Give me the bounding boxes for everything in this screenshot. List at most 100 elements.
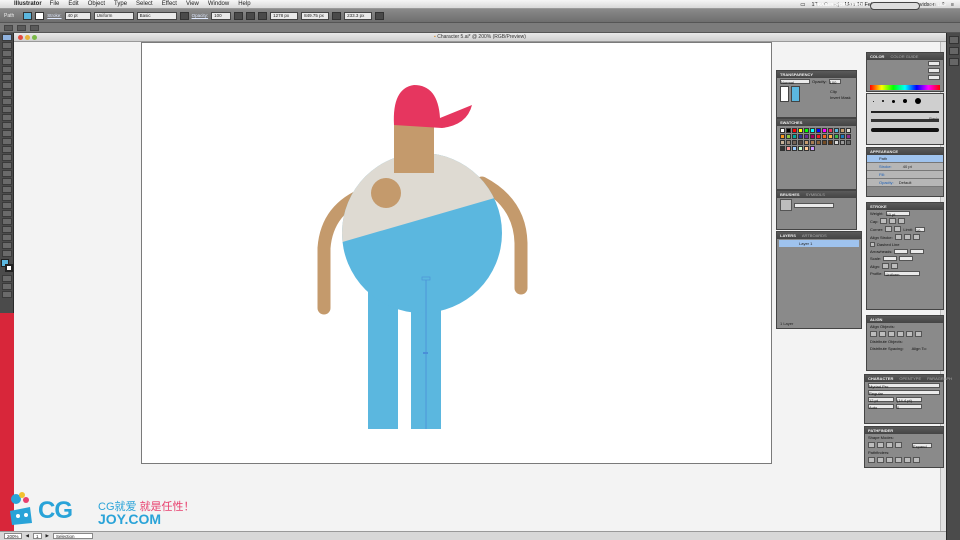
color-field-1[interactable] — [928, 61, 940, 66]
color-panel-header[interactable]: COLOR COLOR GUIDE — [867, 53, 943, 60]
brush-dropdown[interactable]: Basic — [136, 11, 177, 20]
align-inside-icon[interactable] — [903, 234, 911, 240]
perspective-tool-icon[interactable] — [2, 170, 12, 177]
search-input[interactable] — [870, 2, 920, 10]
swatch[interactable] — [846, 140, 851, 145]
swatch[interactable] — [798, 140, 803, 145]
opacity-field[interactable]: 100 — [828, 79, 841, 85]
close-window-icon[interactable] — [18, 35, 23, 40]
butt-cap-icon[interactable] — [880, 218, 888, 224]
swatch[interactable] — [804, 134, 809, 139]
align-title[interactable]: ALIGN — [870, 316, 882, 323]
swatch[interactable] — [834, 140, 839, 145]
link-icon[interactable] — [332, 11, 342, 20]
menu-file[interactable]: File — [50, 1, 60, 7]
expand-button[interactable]: Expand — [912, 442, 932, 449]
zoom-tool-icon[interactable] — [2, 250, 12, 257]
graph-tool-icon[interactable] — [2, 218, 12, 225]
transform-icon[interactable] — [258, 11, 268, 20]
stroke-swatch[interactable] — [35, 11, 45, 20]
y-field[interactable]: 849.75 px — [301, 11, 330, 20]
color-tab[interactable]: COLOR — [870, 53, 884, 60]
arrow-start-dropdown[interactable] — [894, 249, 909, 254]
swatches-title[interactable]: SWATCHES — [780, 119, 802, 126]
arrow-scale-end[interactable] — [899, 256, 914, 261]
blend-tool-icon[interactable] — [2, 202, 12, 209]
align-outside-icon[interactable] — [912, 234, 920, 240]
arrow-align-icon-1[interactable] — [882, 263, 890, 269]
artboard-prev-icon[interactable]: ◀ — [26, 533, 29, 539]
paintbrush-tool-icon[interactable] — [2, 98, 12, 105]
align-icon[interactable] — [246, 11, 256, 20]
appearance-fill-row[interactable]: Fill: — [867, 171, 943, 179]
recolor-icon[interactable] — [234, 11, 244, 20]
blend-mode-dropdown[interactable]: Normal — [780, 79, 810, 85]
zoom-level-field[interactable]: 200% — [4, 533, 22, 539]
clip-checkbox[interactable]: Clip — [830, 89, 851, 94]
artboard-tool-icon[interactable] — [2, 226, 12, 233]
square-cap-icon[interactable] — [898, 218, 906, 224]
shape-builder-tool-icon[interactable] — [2, 162, 12, 169]
unite-icon[interactable] — [868, 442, 875, 448]
color-spectrum[interactable] — [870, 85, 940, 90]
swatch[interactable] — [804, 140, 809, 145]
minus-front-icon[interactable] — [877, 442, 884, 448]
navigator-icon[interactable] — [949, 47, 959, 55]
swatch[interactable] — [792, 146, 797, 151]
appearance-stroke-label[interactable]: Stroke: — [879, 164, 892, 169]
color-guide-tab[interactable]: COLOR GUIDE — [890, 53, 918, 60]
pencil-tool-icon[interactable] — [2, 106, 12, 113]
pathfinder-title[interactable]: PATHFINDER — [868, 427, 893, 434]
x-field[interactable]: 1278 px — [270, 11, 299, 20]
brush-stroke-basic[interactable] — [871, 111, 939, 113]
appearance-path-row[interactable]: Path — [867, 155, 943, 163]
swatch[interactable] — [834, 128, 839, 133]
torso[interactable] — [332, 143, 512, 323]
arrange-documents-icon[interactable] — [4, 24, 13, 31]
align-left-icon[interactable] — [870, 331, 877, 337]
fill-swatch[interactable] — [23, 11, 33, 20]
swatch[interactable] — [804, 146, 809, 151]
info-icon[interactable] — [949, 58, 959, 66]
character-illustration[interactable] — [142, 43, 773, 465]
swatch[interactable] — [780, 128, 785, 133]
menu-select[interactable]: Select — [136, 1, 153, 7]
swatch[interactable] — [828, 134, 833, 139]
swatch[interactable] — [810, 146, 815, 151]
list-icon[interactable]: ≡ — [951, 2, 954, 8]
free-transform-tool-icon[interactable] — [2, 154, 12, 161]
align-bottom-icon[interactable] — [915, 331, 922, 337]
minimize-window-icon[interactable] — [25, 35, 30, 40]
miter-join-icon[interactable] — [885, 226, 893, 232]
swatch[interactable] — [822, 134, 827, 139]
color-field-3[interactable] — [928, 75, 940, 80]
magic-wand-tool-icon[interactable] — [2, 50, 12, 57]
swatch[interactable] — [780, 146, 785, 151]
paragraph-tab[interactable]: PARAGRAPH — [927, 375, 952, 382]
slice-tool-icon[interactable] — [2, 234, 12, 241]
swatch[interactable] — [810, 128, 815, 133]
appearance-stroke-row[interactable]: Stroke: 40 pt — [867, 163, 943, 171]
appearance-opacity-row[interactable]: Opacity: Default — [867, 179, 943, 187]
artboard[interactable] — [141, 42, 772, 464]
swatch[interactable] — [822, 140, 827, 145]
selection-tool-icon[interactable] — [2, 34, 12, 41]
menu-object[interactable]: Object — [88, 1, 105, 7]
brushes-title[interactable]: BRUSHES — [780, 191, 800, 198]
merge-icon[interactable] — [886, 457, 893, 463]
screen-mode-icon[interactable] — [2, 291, 12, 298]
line-tool-icon[interactable] — [2, 82, 12, 89]
swatch[interactable] — [828, 128, 833, 133]
swatch[interactable] — [810, 140, 815, 145]
swatch[interactable] — [816, 140, 821, 145]
stroke-label[interactable]: Stroke: — [47, 13, 61, 18]
brushes-panel-header[interactable]: BRUSHES SYMBOLS — [777, 191, 856, 198]
opentype-tab[interactable]: OPENTYPE — [899, 375, 921, 382]
appearance-opacity-label[interactable]: Opacity: — [879, 180, 894, 185]
brush-field[interactable] — [794, 202, 834, 208]
kerning-field[interactable]: Auto — [868, 404, 894, 410]
swatch[interactable] — [834, 134, 839, 139]
outline-icon[interactable] — [904, 457, 911, 463]
lasso-tool-icon[interactable] — [2, 58, 12, 65]
swatch[interactable] — [840, 134, 845, 139]
